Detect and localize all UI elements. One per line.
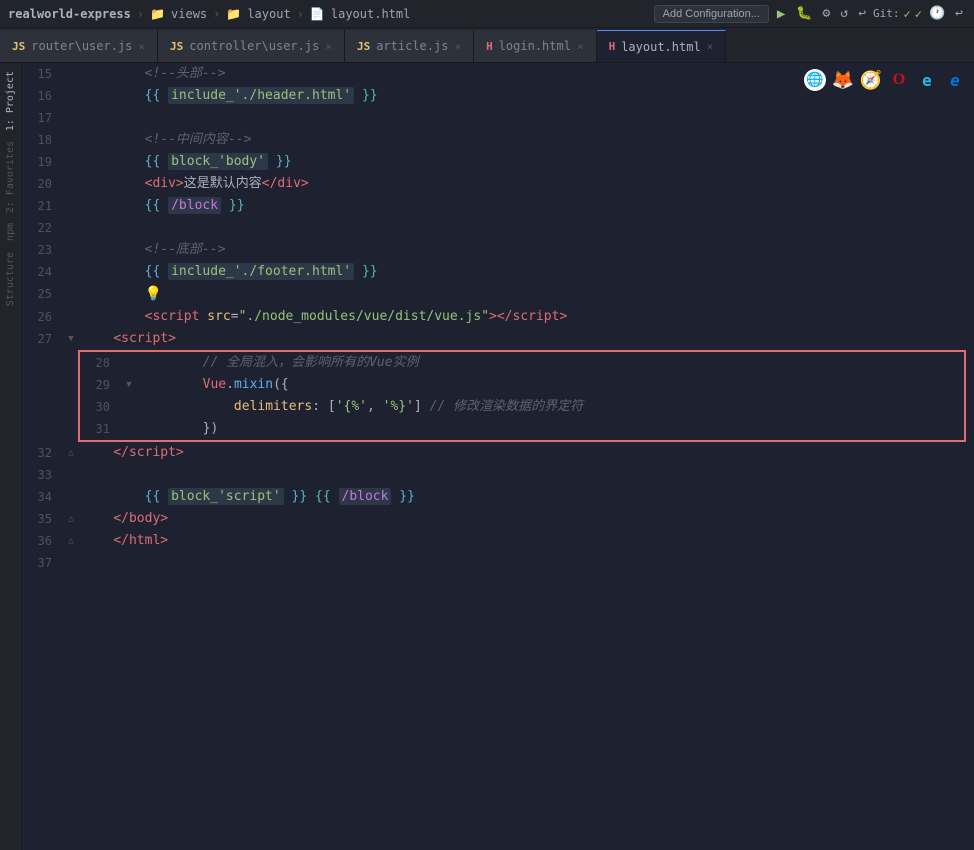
code-line-18: 18 <!--中间内容--> [22, 129, 974, 151]
code-line-26: 26 <script src="./node_modules/vue/dist/… [22, 306, 974, 328]
fold-icon-3[interactable]: △ [68, 442, 73, 464]
fold-icon-2[interactable]: ▼ [126, 374, 131, 396]
code-line-29: 29 ▼ Vue.mixin({ [80, 374, 964, 396]
fold-icon[interactable]: ▼ [68, 328, 73, 350]
safari-icon[interactable]: 🧭 [860, 69, 882, 91]
main-layout: 1: Project 2: Favorites npm Structure 🌐 … [0, 63, 974, 850]
breadcrumb-views: views [171, 7, 207, 21]
tab-label: layout.html [621, 40, 700, 54]
code-line-19: 19 {{ block_'body' }} [22, 151, 974, 173]
code-line-37: 37 [22, 552, 974, 574]
tab-controller-user[interactable]: JS controller\user.js × [158, 30, 345, 62]
js-icon: JS [12, 40, 25, 53]
js-icon: JS [357, 40, 370, 53]
tab-label: router\user.js [31, 39, 132, 53]
opera-icon[interactable]: O [888, 69, 910, 91]
tab-label: login.html [499, 39, 571, 53]
tab-close-icon[interactable]: × [325, 40, 332, 53]
firefox-icon[interactable]: 🦊 [832, 69, 854, 91]
code-editor[interactable]: 15 <!--头部--> 16 {{ include_'./header.htm… [22, 63, 974, 850]
tab-close-icon[interactable]: × [454, 40, 461, 53]
tab-close-icon[interactable]: × [138, 40, 145, 53]
red-border-block: 28 // 全局混入，会影响所有的Vue实例 29 ▼ Vue.mixin({ … [78, 350, 966, 442]
code-line-27: 27 ▼ <script> [22, 328, 974, 350]
code-line-28: 28 // 全局混入，会影响所有的Vue实例 [80, 352, 964, 374]
undo-icon[interactable]: ↩ [855, 6, 869, 21]
tab-label: article.js [376, 39, 448, 53]
code-line-33: 33 [22, 464, 974, 486]
sidebar-npm[interactable]: npm [5, 219, 16, 245]
refresh-icon[interactable]: ↺ [837, 6, 851, 21]
edge-icon[interactable]: e [944, 69, 966, 91]
tab-bar: JS router\user.js × JS controller\user.j… [0, 28, 974, 63]
code-line-36: 36 △ </html> [22, 530, 974, 552]
code-line-31: 31 }) [80, 418, 964, 440]
html-icon: H [486, 40, 493, 53]
debug-icon[interactable]: 🐛 [793, 6, 815, 21]
code-line-21: 21 {{ /block }} [22, 195, 974, 217]
tab-close-icon[interactable]: × [577, 40, 584, 53]
sidebar-project[interactable]: 1: Project [5, 67, 16, 135]
project-label: realworld-express [8, 7, 131, 21]
file-icon-html: 📄 [310, 7, 325, 21]
tab-article[interactable]: JS article.js × [345, 30, 474, 62]
code-line-22: 22 [22, 217, 974, 239]
fold-icon-5[interactable]: △ [68, 530, 73, 552]
code-line-20: 20 <div>这是默认内容</div> [22, 173, 974, 195]
code-line-35: 35 △ </body> [22, 508, 974, 530]
toolbar-right: Add Configuration... ▶ 🐛 ⚙ ↺ ↩ Git: ✓ ✓ … [654, 5, 966, 23]
sidebar-favorites[interactable]: 2: Favorites [5, 137, 16, 217]
tab-login[interactable]: H login.html × [474, 30, 597, 62]
code-line-34: 34 {{ block_'script' }} {{ /block }} [22, 486, 974, 508]
js-icon: JS [170, 40, 183, 53]
html-icon: H [609, 40, 616, 53]
tab-close-icon[interactable]: × [707, 40, 714, 53]
code-line-30: 30 delimiters: ['{%', '%}'] // 修改渲染数据的界定… [80, 396, 964, 418]
git-history-icon[interactable]: 🕐 [926, 6, 948, 21]
tab-router-user[interactable]: JS router\user.js × [0, 30, 158, 62]
bulb-icon[interactable]: 💡 [145, 286, 162, 302]
tab-layout-active[interactable]: H layout.html × [597, 30, 727, 62]
run-button[interactable]: ▶ [773, 6, 789, 22]
ie-icon[interactable]: e [916, 69, 938, 91]
add-configuration-button[interactable]: Add Configuration... [654, 5, 769, 23]
git-check2-icon: ✓ [915, 7, 922, 21]
sidebar-strip: 1: Project 2: Favorites npm Structure [0, 63, 22, 850]
breadcrumb-file: layout.html [331, 7, 410, 21]
git-check-icon: ✓ [904, 7, 911, 21]
code-line-25: 25 💡 [22, 283, 974, 306]
breadcrumb-layout: layout [247, 7, 290, 21]
code-line-23: 23 <!--底部--> [22, 239, 974, 261]
folder-icon-layout: 📁 [226, 7, 241, 21]
editor-area: 🌐 🦊 🧭 O e e 15 <!--头部--> 16 {{ include_'… [22, 63, 974, 850]
git-undo-icon[interactable]: ↩ [952, 6, 966, 21]
chrome-icon[interactable]: 🌐 [804, 69, 826, 91]
git-label: Git: [873, 7, 900, 20]
code-line-24: 24 {{ include_'./footer.html' }} [22, 261, 974, 283]
folder-icon: 📁 [150, 7, 165, 21]
fold-icon-4[interactable]: △ [68, 508, 73, 530]
code-line-17: 17 [22, 107, 974, 129]
code-line-32: 32 △ </script> [22, 442, 974, 464]
browser-icons: 🌐 🦊 🧭 O e e [804, 69, 966, 91]
title-bar: realworld-express › 📁 views › 📁 layout ›… [0, 0, 974, 28]
tab-label: controller\user.js [189, 39, 319, 53]
sidebar-structure[interactable]: Structure [5, 248, 16, 310]
settings-icon[interactable]: ⚙ [820, 6, 834, 21]
